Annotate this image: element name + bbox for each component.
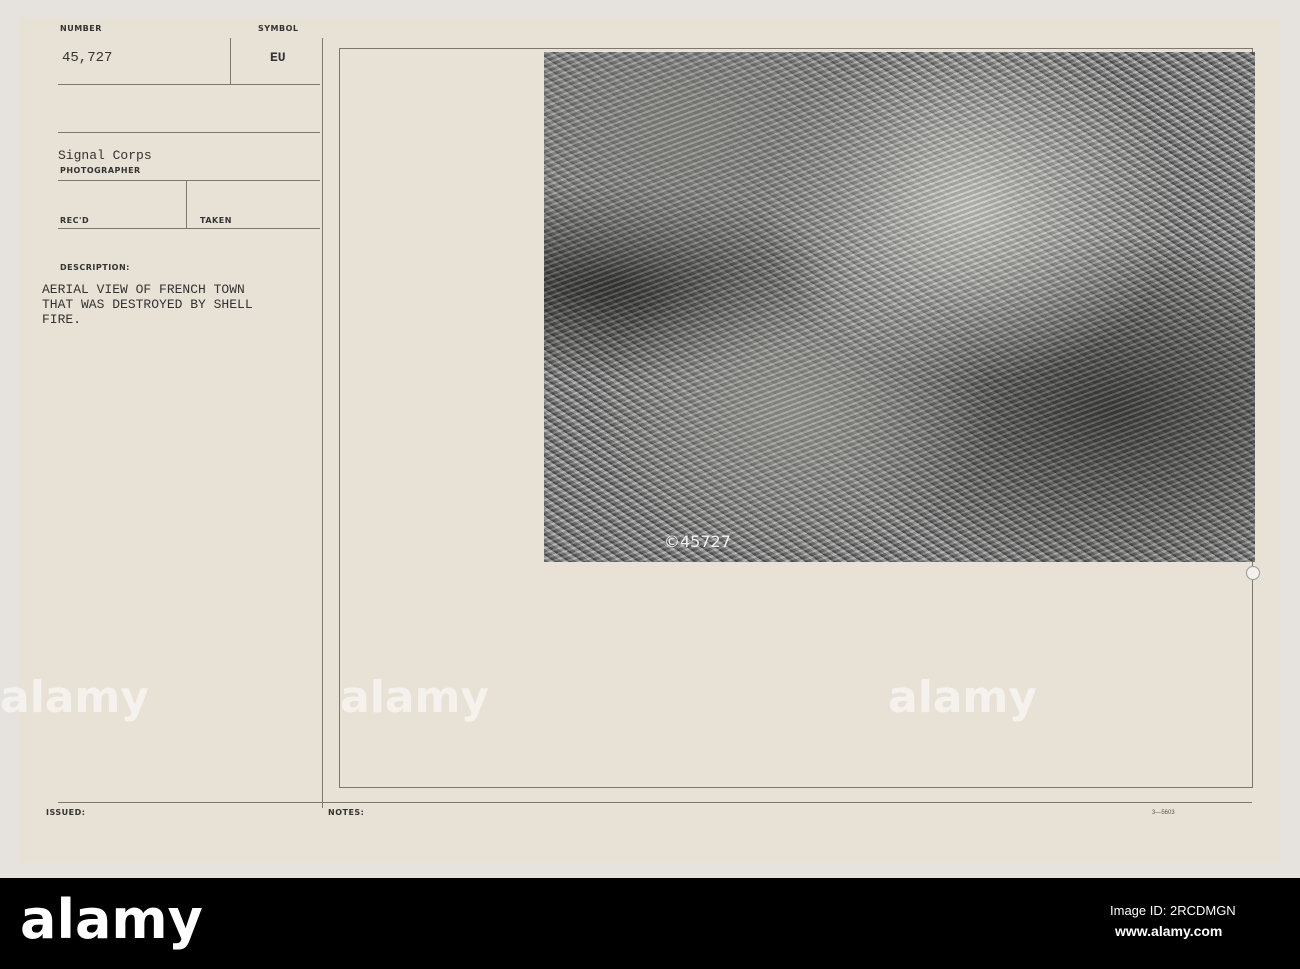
divider	[58, 228, 320, 229]
image-id: Image ID: 2RCDMGN	[1110, 903, 1236, 918]
watermark: alamy	[0, 672, 149, 723]
footer-bar: alamy Image ID: 2RCDMGN www.alamy.com	[0, 878, 1300, 969]
alamy-logo: alamy	[20, 888, 203, 951]
divider	[186, 180, 187, 228]
notes-label: NOTES:	[328, 808, 365, 817]
divider	[58, 132, 320, 133]
number-value: 45,727	[62, 50, 113, 66]
description-label: DESCRIPTION:	[60, 263, 130, 272]
divider	[58, 802, 1252, 803]
divider	[58, 84, 320, 85]
symbol-label: SYMBOL	[258, 24, 299, 33]
photographer-value: Signal Corps	[58, 148, 152, 163]
negative-number: ©45727	[664, 532, 731, 551]
form-number: 3—5603	[1152, 810, 1175, 816]
watermark: alamy	[340, 672, 489, 723]
symbol-value: EU	[270, 50, 286, 65]
alamy-url[interactable]: www.alamy.com	[1115, 923, 1222, 939]
description-text: AERIAL VIEW OF FRENCH TOWN THAT WAS DEST…	[42, 282, 253, 327]
photographer-label: PHOTOGRAPHER	[60, 166, 141, 175]
number-label: NUMBER	[60, 24, 102, 33]
divider	[58, 180, 320, 181]
divider	[322, 38, 323, 808]
description-line: THAT WAS DESTROYED BY SHELL	[42, 297, 253, 312]
taken-label: TAKEN	[200, 216, 232, 225]
recd-label: REC'D	[60, 216, 90, 225]
watermark: alamy	[888, 672, 1037, 723]
divider	[230, 38, 231, 84]
aerial-photo: ©45727	[544, 52, 1255, 562]
description-line: AERIAL VIEW OF FRENCH TOWN	[42, 282, 245, 297]
description-line: FIRE.	[42, 312, 82, 327]
issued-label: ISSUED:	[46, 808, 86, 817]
punch-hole	[1246, 566, 1260, 580]
